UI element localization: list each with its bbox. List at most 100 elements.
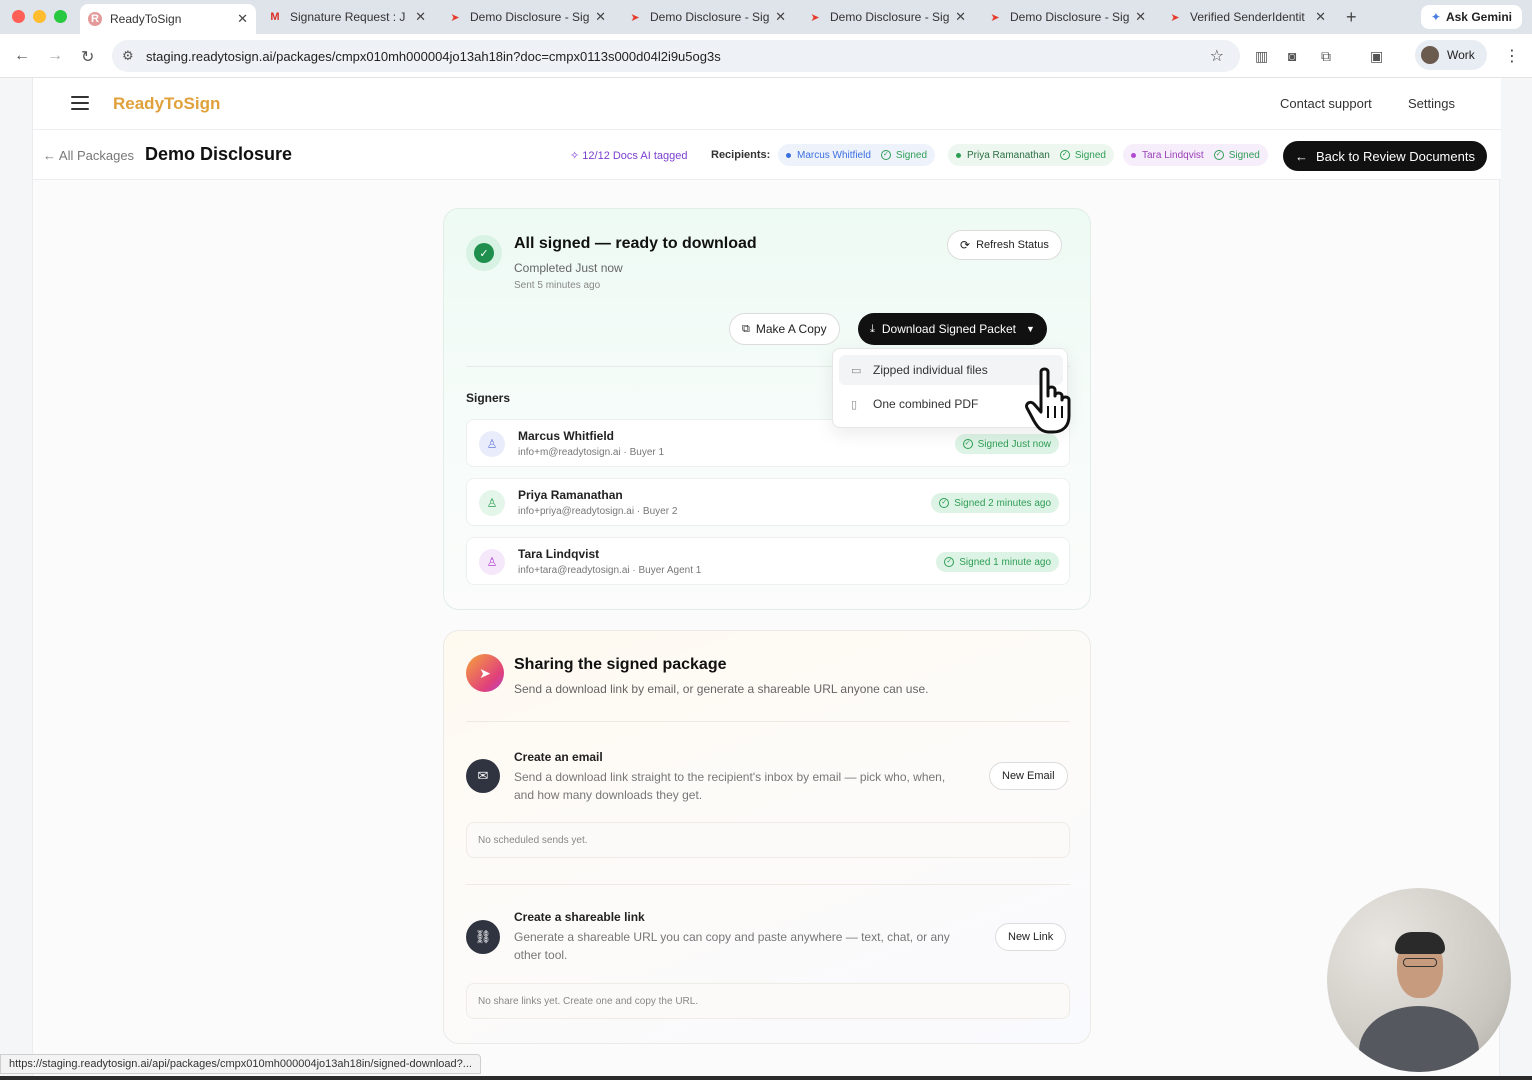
webcam-overlay bbox=[1327, 888, 1511, 1072]
app-header: ReadyToSign Contact support Settings bbox=[33, 78, 1501, 130]
browser-tab-gmail[interactable]: M Signature Request : J ✕ bbox=[260, 4, 434, 30]
completed-text: Completed Just now bbox=[514, 261, 623, 275]
recipient-chip[interactable]: Marcus Whitfield ✓ Signed bbox=[778, 144, 936, 166]
recipients-label: Recipients: bbox=[711, 149, 771, 161]
page-viewport: ReadyToSign Contact support Settings ← A… bbox=[0, 78, 1532, 1076]
browser-tab-demo-3[interactable]: ➤ Demo Disclosure - Sig ✕ bbox=[800, 4, 974, 30]
check-circle-icon: ✓ bbox=[939, 498, 950, 508]
hand-pointer-icon bbox=[1025, 367, 1071, 434]
arrow-left-icon: ← bbox=[1295, 148, 1308, 164]
send-arrow-favicon-icon: ➤ bbox=[450, 11, 460, 24]
brand-logo[interactable]: ReadyToSign bbox=[113, 94, 220, 114]
forward-arrow-icon[interactable]: → bbox=[47, 47, 63, 65]
send-arrow-favicon-icon: ➤ bbox=[810, 11, 820, 24]
send-arrow-favicon-icon: ➤ bbox=[630, 11, 640, 24]
settings-link[interactable]: Settings bbox=[1408, 96, 1455, 111]
hamburger-menu-icon[interactable] bbox=[71, 96, 89, 110]
new-email-button[interactable]: New Email bbox=[989, 762, 1068, 790]
zoom-window-button[interactable] bbox=[54, 10, 67, 23]
browser-tab-demo-1[interactable]: ➤ Demo Disclosure - Sig ✕ bbox=[440, 4, 614, 30]
recipient-dot-icon bbox=[786, 152, 791, 158]
send-arrow-favicon-icon: ➤ bbox=[1170, 11, 1180, 24]
status-badge: ✓ Signed bbox=[1213, 150, 1260, 161]
close-tab-icon[interactable]: ✕ bbox=[415, 9, 426, 25]
gemini-sparkle-icon: ✦ bbox=[1430, 10, 1441, 24]
sharing-title: Sharing the signed package bbox=[514, 656, 727, 673]
close-window-button[interactable] bbox=[12, 10, 25, 23]
status-badge: ✓ Signed bbox=[880, 150, 927, 161]
extension-icon[interactable]: ▥ bbox=[1255, 48, 1268, 65]
url-text[interactable]: staging.readytosign.ai/packages/cmpx010m… bbox=[146, 49, 721, 64]
site-settings-icon[interactable]: ⚙ bbox=[122, 48, 134, 64]
minimize-window-button[interactable] bbox=[33, 10, 46, 23]
ask-gemini-button[interactable]: ✦ Ask Gemini bbox=[1420, 5, 1522, 29]
download-icon: ⤓ bbox=[870, 322, 875, 335]
create-email-desc: Send a download link straight to the rec… bbox=[514, 770, 946, 802]
status-badge: ✓ Signed bbox=[1059, 150, 1106, 161]
puzzle-icon[interactable]: ⧉ bbox=[1321, 48, 1331, 65]
readytosign-favicon-icon: R bbox=[88, 12, 102, 26]
signer-row: ♙ Priya Ramanathan info+priya@readytosig… bbox=[466, 478, 1070, 526]
all-packages-link[interactable]: ← All Packages bbox=[43, 148, 134, 163]
side-panel-icon[interactable]: ▣ bbox=[1370, 48, 1383, 65]
recipient-chip[interactable]: Priya Ramanathan ✓ Signed bbox=[948, 144, 1114, 166]
refresh-status-button[interactable]: ⟳ Refresh Status bbox=[947, 230, 1062, 260]
link-status-bar: https://staging.readytosign.ai/api/packa… bbox=[0, 1054, 481, 1074]
sharing-card: ➤ Sharing the signed package Send a down… bbox=[443, 630, 1091, 1044]
download-signed-packet-button[interactable]: ⤓ Download Signed Packet ▼ bbox=[858, 313, 1047, 345]
send-arrow-favicon-icon: ➤ bbox=[990, 11, 1000, 24]
create-link-desc: Generate a shareable URL you can copy an… bbox=[514, 930, 950, 962]
close-tab-icon[interactable]: ✕ bbox=[775, 9, 786, 25]
signer-name: Priya Ramanathan bbox=[518, 488, 623, 502]
status-badge: ✓ Signed 2 minutes ago bbox=[931, 493, 1059, 513]
browser-menu-icon[interactable]: ⋮ bbox=[1504, 46, 1520, 66]
page-title: Demo Disclosure bbox=[145, 144, 293, 164]
signer-name: Tara Lindqvist bbox=[518, 547, 600, 561]
back-arrow-icon[interactable]: ← bbox=[14, 47, 30, 65]
camera-icon[interactable]: ◙ bbox=[1288, 48, 1296, 64]
user-icon: ♙ bbox=[479, 549, 505, 575]
new-link-button[interactable]: New Link bbox=[995, 923, 1067, 951]
divider bbox=[466, 721, 1070, 722]
back-to-review-button[interactable]: ← Back to Review Documents bbox=[1283, 141, 1487, 171]
sharing-subtitle: Send a download link by email, or genera… bbox=[514, 682, 929, 696]
divider bbox=[466, 884, 1070, 885]
browser-tab-demo-2[interactable]: ➤ Demo Disclosure - Sig ✕ bbox=[620, 4, 794, 30]
sent-text: Sent 5 minutes ago bbox=[514, 280, 601, 291]
close-tab-icon[interactable]: ✕ bbox=[595, 9, 606, 25]
browser-tab-verified-sender[interactable]: ➤ Verified SenderIdentit ✕ bbox=[1160, 4, 1334, 30]
create-email-title: Create an email bbox=[514, 750, 603, 764]
reload-icon[interactable]: ↻ bbox=[81, 47, 94, 67]
close-tab-icon[interactable]: ✕ bbox=[955, 9, 966, 25]
arrow-left-icon: ← bbox=[43, 148, 59, 163]
check-circle-icon: ✓ bbox=[944, 557, 955, 567]
profile-button[interactable]: Work bbox=[1415, 40, 1487, 70]
bookmark-star-icon[interactable]: ☆ bbox=[1210, 46, 1224, 66]
sparkle-icon: ✧ bbox=[570, 150, 583, 162]
signer-meta: info+tara@readytosign.ai · Buyer Agent 1 bbox=[518, 565, 702, 576]
user-icon: ♙ bbox=[479, 490, 505, 516]
gmail-icon: M bbox=[270, 11, 280, 23]
status-badge: ✓ Signed 1 minute ago bbox=[936, 552, 1059, 572]
check-circle-icon: ✓ bbox=[962, 439, 973, 449]
close-tab-icon[interactable]: ✕ bbox=[237, 11, 248, 27]
link-icon: ⛓ bbox=[466, 920, 500, 954]
file-icon: ▯ bbox=[851, 398, 858, 411]
chevron-down-icon: ▼ bbox=[1025, 324, 1035, 334]
close-tab-icon[interactable]: ✕ bbox=[1315, 9, 1326, 25]
browser-tab-demo-4[interactable]: ➤ Demo Disclosure - Sig ✕ bbox=[980, 4, 1154, 30]
scheduled-sends-empty: No scheduled sends yet. bbox=[466, 822, 1070, 858]
profile-avatar bbox=[1421, 46, 1439, 64]
make-copy-button[interactable]: ⧉ Make A Copy bbox=[729, 313, 840, 345]
signer-meta: info+m@readytosign.ai · Buyer 1 bbox=[518, 447, 665, 458]
contact-support-link[interactable]: Contact support bbox=[1280, 96, 1372, 111]
signer-name: Marcus Whitfield bbox=[518, 429, 615, 443]
browser-tab-readytosign[interactable]: R ReadyToSign ✕ bbox=[80, 4, 256, 34]
recipient-chip[interactable]: Tara Lindqvist ✓ Signed bbox=[1123, 144, 1268, 166]
new-tab-icon[interactable]: + bbox=[1346, 7, 1357, 28]
close-tab-icon[interactable]: ✕ bbox=[1135, 9, 1146, 25]
recipient-dot-icon bbox=[1131, 152, 1136, 158]
signer-row: ♙ Tara Lindqvist info+tara@readytosign.a… bbox=[466, 537, 1070, 585]
address-bar[interactable]: ⚙ staging.readytosign.ai/packages/cmpx01… bbox=[112, 40, 1240, 72]
send-icon: ➤ bbox=[466, 654, 504, 692]
